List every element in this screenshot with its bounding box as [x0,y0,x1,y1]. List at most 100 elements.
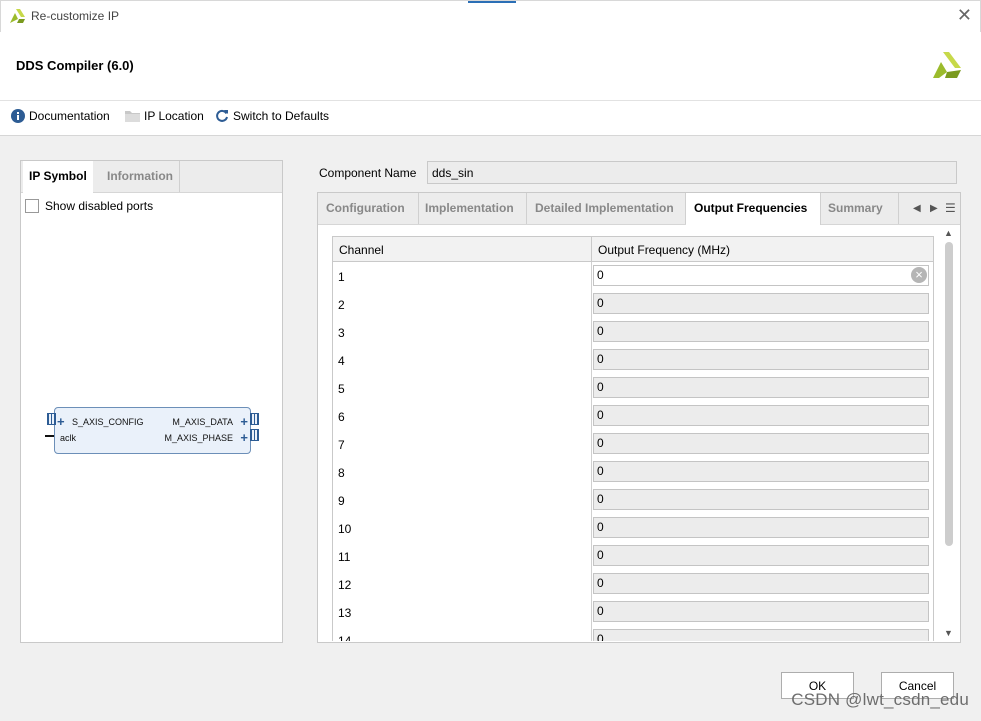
window-title: Re-customize IP [31,9,120,23]
watermark: CSDN @lwt_csdn_edu [791,690,969,709]
frequency-input[interactable]: 0 [593,265,929,286]
table-row: 10 0 [333,514,933,543]
ip-location-button[interactable]: IP Location [125,109,204,123]
configuration-panel: Configuration Implementation Detailed Im… [317,192,961,643]
channel-cell: 6 [338,410,345,424]
frequency-input[interactable]: 0 [593,601,929,622]
component-name-label: Component Name [319,166,417,180]
port-m-axis-phase: M_AXIS_PHASE [164,433,233,443]
folder-icon [125,111,140,122]
table-row: 13 0 [333,598,933,627]
channel-cell: 4 [338,354,345,368]
switch-to-defaults-button[interactable]: Switch to Defaults [215,109,329,123]
expand-plus-icon[interactable]: + [240,415,248,428]
channel-cell: 2 [338,298,345,312]
xilinx-logo-icon [933,52,961,78]
column-divider [591,237,592,261]
component-name-input[interactable]: dds_sin [427,161,957,184]
show-disabled-ports-checkbox[interactable]: Show disabled ports [25,199,153,213]
channel-cell: 14 [338,634,352,641]
column-header-output-frequency: Output Frequency (MHz) [598,243,731,257]
tab-detailed-implementation[interactable]: Detailed Implementation [527,193,686,224]
bus-interface-icon [250,429,259,441]
channel-cell: 8 [338,466,345,480]
close-icon[interactable]: ✕ [957,5,972,26]
channel-cell: 12 [338,578,352,592]
column-divider [591,486,592,514]
port-s-axis-config: S_AXIS_CONFIG [72,417,144,427]
column-divider [591,598,592,626]
expand-plus-icon[interactable]: + [57,415,65,428]
column-header-channel: Channel [339,243,384,257]
frequency-input[interactable]: 0 [593,321,929,342]
table-row: 30 [333,318,933,347]
channel-cell: 11 [338,550,351,564]
column-divider [591,458,592,486]
port-m-axis-data: M_AXIS_DATA [172,417,233,427]
table-row: 11 0 [333,542,933,571]
scrollbar-thumb[interactable] [945,242,953,546]
frequency-input[interactable]: 0 [593,489,929,510]
tab-scroll-right-icon[interactable]: ▶ [930,203,938,214]
channel-cell: 9 [338,494,345,508]
table-row: 1 0 × [333,262,933,291]
port-aclk: aclk [60,433,77,443]
column-divider [591,290,592,318]
documentation-button[interactable]: Documentation [11,109,110,123]
refresh-icon [216,109,228,122]
frequency-input[interactable]: 0 [593,573,929,594]
scroll-down-icon[interactable]: ▼ [944,628,953,638]
column-divider [591,318,592,346]
vertical-scrollbar[interactable]: ▲ ▼ [943,228,955,640]
channel-cell: 1 [338,270,345,284]
frequency-input[interactable]: 0 [593,517,929,538]
column-divider [591,514,592,542]
tab-summary[interactable]: Summary [820,193,899,224]
tab-ip-symbol[interactable]: IP Symbol [23,161,93,193]
ip-symbol-panel: IP Symbol Information Show disabled port… [20,160,283,643]
channel-cell: 10 [338,522,352,536]
tab-implementation[interactable]: Implementation [417,193,527,224]
table-row: 20 [333,290,933,319]
xilinx-small-icon [10,9,25,23]
tab-configuration[interactable]: Configuration [318,193,419,224]
column-divider [591,402,592,430]
frequency-input[interactable]: 0 [593,545,929,566]
tab-output-frequencies[interactable]: Output Frequencies [686,193,821,225]
table-row: 40 [333,346,933,375]
table-header: Channel Output Frequency (MHz) [333,237,933,262]
documentation-label: Documentation [29,109,110,123]
column-divider [591,374,592,402]
frequency-input[interactable]: 0 [593,461,929,482]
channel-cell: 5 [338,382,345,396]
column-divider [591,262,592,290]
frequency-input[interactable]: 0 [593,405,929,426]
table-row: 50 [333,374,933,403]
tab-menu-icon[interactable]: ☰ [945,201,956,215]
switch-to-defaults-label: Switch to Defaults [233,109,330,123]
column-divider [591,626,592,641]
frequency-input[interactable]: 0 [593,433,929,454]
clock-pin [45,435,54,437]
table-row: 14 0 [333,626,933,641]
frequency-input[interactable]: 0 [593,293,929,314]
frequency-input[interactable]: 0 [593,349,929,370]
bus-interface-icon [47,413,56,425]
tab-scroll-left-icon[interactable]: ◀ [913,203,921,214]
column-divider [591,430,592,458]
ip-symbol-block: + S_AXIS_CONFIG aclk M_AXIS_DATA M_AXIS_… [54,407,251,454]
frequency-input[interactable]: 0 [593,377,929,398]
title-bar: Re-customize IP ✕ [0,0,981,32]
tab-information[interactable]: Information [101,161,180,192]
toolbar: Documentation IP Location Switch to Defa… [0,101,981,136]
ip-location-label: IP Location [144,109,204,123]
frequency-input[interactable]: 0 [593,629,929,641]
show-disabled-ports-label: Show disabled ports [45,199,154,213]
expand-plus-icon[interactable]: + [240,431,248,444]
clear-icon[interactable]: × [911,267,927,283]
checkbox-box[interactable] [25,199,39,213]
scroll-up-icon[interactable]: ▲ [944,228,953,238]
channel-cell: 3 [338,326,345,340]
column-divider [591,542,592,570]
channel-cell: 13 [338,606,352,620]
